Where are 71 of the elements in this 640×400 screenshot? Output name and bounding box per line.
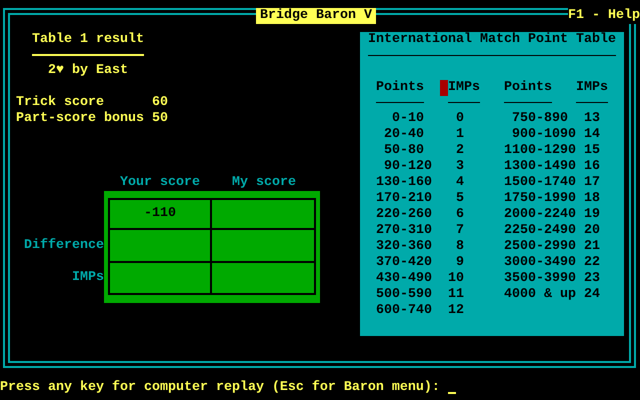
table-cell: 21	[584, 239, 600, 255]
contract-text: 2♥ by East	[48, 63, 128, 79]
column-header: My score	[232, 175, 296, 191]
table-cell: 19	[584, 207, 600, 223]
result-title: Table 1 result	[32, 32, 144, 48]
table-cell: 20	[584, 223, 600, 239]
table-cell: 3500-3990	[504, 271, 576, 287]
table-cell: 0-10	[392, 111, 424, 127]
score-cell: -110	[108, 198, 212, 230]
table-cell: 12	[448, 303, 464, 319]
table-cell: 8	[456, 239, 464, 255]
table-cell: 2000-2240	[504, 207, 576, 223]
table-cell: 750-890	[512, 111, 568, 127]
table-cell: 90-120	[384, 159, 432, 175]
cursor-block	[440, 80, 448, 96]
table-cell: 1100-1290	[504, 143, 576, 159]
table-cell: 50-80	[384, 143, 424, 159]
table-cell: 22	[584, 255, 600, 271]
column-header: Your score	[120, 175, 201, 191]
table-cell: 1750-1990	[504, 191, 576, 207]
table-cell: 16	[584, 159, 600, 175]
table-cell: 270-310	[376, 223, 432, 239]
prompt-text: Press any key for computer replay (Esc for Baron menu):	[0, 380, 440, 396]
row-label: Difference	[24, 238, 104, 254]
column-header: IMPs	[448, 80, 480, 103]
table-cell: 430-490	[376, 271, 432, 287]
table-cell: 7	[456, 223, 464, 239]
panel-title: International Match Point Table	[368, 32, 616, 48]
table-cell: 130-160	[376, 175, 432, 191]
table-cell: 13	[584, 111, 600, 127]
window-title: Bridge Baron V	[256, 8, 376, 24]
table-cell: 220-260	[376, 207, 432, 223]
table-cell: 3	[456, 159, 464, 175]
table-cell: 1300-1490	[504, 159, 576, 175]
table-cell: 23	[584, 271, 600, 287]
table-cell: 10	[448, 271, 464, 287]
column-header: Points	[376, 80, 424, 103]
column-header: Points	[504, 80, 552, 103]
score-value: 50	[152, 111, 168, 127]
table-cell: 900-1090	[512, 127, 576, 143]
table-cell: 0	[456, 111, 464, 127]
score-label: Part-score bonus	[16, 111, 145, 127]
table-cell: 2500-2990	[504, 239, 576, 255]
table-cell: 6	[456, 207, 464, 223]
row-label: IMPs	[72, 270, 104, 286]
table-cell: 11	[448, 287, 464, 303]
table-cell: 1	[456, 127, 464, 143]
text-cursor	[448, 392, 456, 394]
table-cell: 20-40	[384, 127, 424, 143]
table-cell: 1500-1740	[504, 175, 576, 191]
table-cell: 2	[456, 143, 464, 159]
table-cell: 500-590	[376, 287, 432, 303]
table-cell: 3000-3490	[504, 255, 576, 271]
table-cell: 4000 & up	[504, 287, 576, 303]
table-cell: 4	[456, 175, 464, 191]
table-cell: 370-420	[376, 255, 432, 271]
table-cell: 17	[584, 175, 600, 191]
table-cell: 5	[456, 191, 464, 207]
table-cell: 24	[584, 287, 600, 303]
score-label: Trick score	[16, 95, 105, 111]
table-cell: 2250-2490	[504, 223, 576, 239]
table-cell: 15	[584, 143, 600, 159]
score-value: 60	[152, 95, 168, 111]
table-cell: 320-360	[376, 239, 432, 255]
table-cell: 600-740	[376, 303, 432, 319]
help-hint: F1 - Help	[568, 8, 640, 24]
table-cell: 14	[584, 127, 600, 143]
table-cell: 170-210	[376, 191, 432, 207]
table-cell: 9	[456, 255, 464, 271]
table-cell: 18	[584, 191, 600, 207]
column-header: IMPs	[576, 80, 608, 103]
